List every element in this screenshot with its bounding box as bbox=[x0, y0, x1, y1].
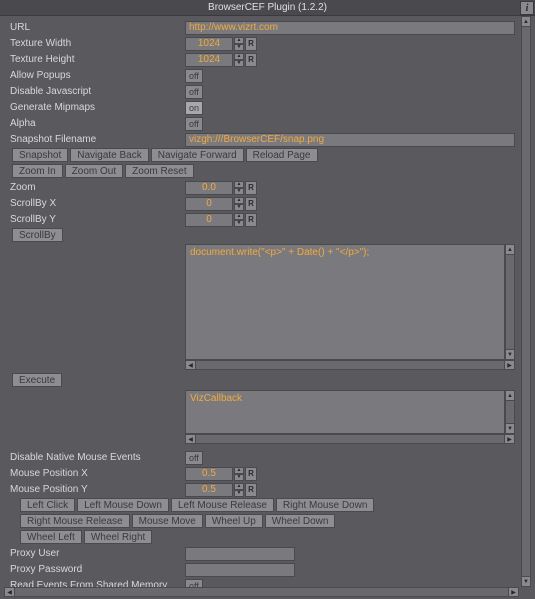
disable-js-label: Disable Javascript bbox=[10, 86, 185, 97]
zoom-reset[interactable]: R bbox=[245, 181, 257, 195]
nav-back-button[interactable]: Navigate Back bbox=[70, 148, 148, 162]
gen-mipmaps-label: Generate Mipmaps bbox=[10, 102, 185, 113]
tex-width-input[interactable]: 1024 bbox=[185, 37, 233, 51]
callback-area-wrap: VizCallback ▲▼ ◀▶ bbox=[185, 390, 515, 444]
scrolly-input[interactable]: 0 bbox=[185, 213, 233, 227]
zoom-input[interactable]: 0.0 bbox=[185, 181, 233, 195]
proxy-user-input[interactable] bbox=[185, 547, 295, 561]
tex-width-label: Texture Width bbox=[10, 38, 185, 49]
script-scroll-h[interactable]: ◀▶ bbox=[185, 360, 515, 370]
right-release-button[interactable]: Right Mouse Release bbox=[20, 514, 130, 528]
left-click-button[interactable]: Left Click bbox=[20, 498, 75, 512]
read-shm-label: Read Events From Shared Memory bbox=[10, 580, 185, 587]
callback-scroll-h[interactable]: ◀▶ bbox=[185, 434, 515, 444]
tex-width-spinner[interactable]: ▲▼ bbox=[234, 37, 244, 51]
proxy-pass-input[interactable] bbox=[185, 563, 295, 577]
content-panel: URL http://www.vizrt.com Texture Width 1… bbox=[4, 16, 531, 587]
scrollx-label: ScrollBy X bbox=[10, 198, 185, 209]
tex-height-spinner[interactable]: ▲▼ bbox=[234, 53, 244, 67]
mousex-label: Mouse Position X bbox=[10, 468, 185, 479]
zoom-label: Zoom bbox=[10, 182, 185, 193]
disable-js-toggle[interactable]: off bbox=[185, 85, 203, 99]
scrolly-spinner[interactable]: ▲▼ bbox=[234, 213, 244, 227]
script-textarea[interactable]: document.write("<p>" + Date() + "</p>"); bbox=[185, 244, 505, 360]
scrolly-label: ScrollBy Y bbox=[10, 214, 185, 225]
scrolly-reset[interactable]: R bbox=[245, 213, 257, 227]
scrollby-button[interactable]: ScrollBy bbox=[12, 228, 63, 242]
url-label: URL bbox=[10, 22, 185, 33]
title-text: BrowserCEF Plugin (1.2.2) bbox=[208, 2, 327, 13]
zoom-in-button[interactable]: Zoom In bbox=[12, 164, 63, 178]
mousex-reset[interactable]: R bbox=[245, 467, 257, 481]
mousey-reset[interactable]: R bbox=[245, 483, 257, 497]
wheel-right-button[interactable]: Wheel Right bbox=[84, 530, 152, 544]
callback-textarea[interactable]: VizCallback bbox=[185, 390, 505, 434]
panel-scroll-h[interactable]: ◀▶ bbox=[4, 587, 519, 597]
zoom-spinner[interactable]: ▲▼ bbox=[234, 181, 244, 195]
proxy-pass-label: Proxy Password bbox=[10, 564, 185, 575]
script-area-wrap: document.write("<p>" + Date() + "</p>");… bbox=[185, 244, 515, 370]
alpha-toggle[interactable]: off bbox=[185, 117, 203, 131]
snap-file-label: Snapshot Filename bbox=[10, 134, 185, 145]
execute-button[interactable]: Execute bbox=[12, 373, 62, 387]
callback-scroll-v[interactable]: ▲▼ bbox=[505, 390, 515, 434]
tex-height-label: Texture Height bbox=[10, 54, 185, 65]
mousey-label: Mouse Position Y bbox=[10, 484, 185, 495]
snapshot-button[interactable]: Snapshot bbox=[12, 148, 68, 162]
disable-mouse-toggle[interactable]: off bbox=[185, 451, 203, 465]
mousey-spinner[interactable]: ▲▼ bbox=[234, 483, 244, 497]
read-shm-toggle[interactable]: off bbox=[185, 579, 203, 588]
wheel-up-button[interactable]: Wheel Up bbox=[205, 514, 263, 528]
mousex-spinner[interactable]: ▲▼ bbox=[234, 467, 244, 481]
tex-height-input[interactable]: 1024 bbox=[185, 53, 233, 67]
zoom-reset-button[interactable]: Zoom Reset bbox=[125, 164, 193, 178]
snap-file-input[interactable]: vizgh:///BrowserCEF/snap.png bbox=[185, 133, 515, 147]
scrollx-reset[interactable]: R bbox=[245, 197, 257, 211]
titlebar: BrowserCEF Plugin (1.2.2) i bbox=[0, 0, 535, 16]
alpha-label: Alpha bbox=[10, 118, 185, 129]
proxy-user-label: Proxy User bbox=[10, 548, 185, 559]
left-release-button[interactable]: Left Mouse Release bbox=[171, 498, 274, 512]
wheel-left-button[interactable]: Wheel Left bbox=[20, 530, 82, 544]
left-down-button[interactable]: Left Mouse Down bbox=[77, 498, 169, 512]
script-scroll-v[interactable]: ▲▼ bbox=[505, 244, 515, 360]
scrollx-spinner[interactable]: ▲▼ bbox=[234, 197, 244, 211]
wheel-down-button[interactable]: Wheel Down bbox=[265, 514, 336, 528]
reload-button[interactable]: Reload Page bbox=[246, 148, 318, 162]
mouse-move-button[interactable]: Mouse Move bbox=[132, 514, 203, 528]
right-down-button[interactable]: Right Mouse Down bbox=[276, 498, 374, 512]
info-button[interactable]: i bbox=[520, 1, 534, 15]
panel-scroll-v[interactable]: ▲▼ bbox=[521, 16, 531, 587]
tex-width-reset[interactable]: R bbox=[245, 37, 257, 51]
gen-mipmaps-toggle[interactable]: on bbox=[185, 101, 203, 115]
scrollx-input[interactable]: 0 bbox=[185, 197, 233, 211]
url-input[interactable]: http://www.vizrt.com bbox=[185, 21, 515, 35]
disable-mouse-label: Disable Native Mouse Events bbox=[10, 452, 185, 463]
allow-popups-toggle[interactable]: off bbox=[185, 69, 203, 83]
nav-forward-button[interactable]: Navigate Forward bbox=[151, 148, 244, 162]
mousey-input[interactable]: 0.5 bbox=[185, 483, 233, 497]
tex-height-reset[interactable]: R bbox=[245, 53, 257, 67]
allow-popups-label: Allow Popups bbox=[10, 70, 185, 81]
zoom-out-button[interactable]: Zoom Out bbox=[65, 164, 123, 178]
mousex-input[interactable]: 0.5 bbox=[185, 467, 233, 481]
